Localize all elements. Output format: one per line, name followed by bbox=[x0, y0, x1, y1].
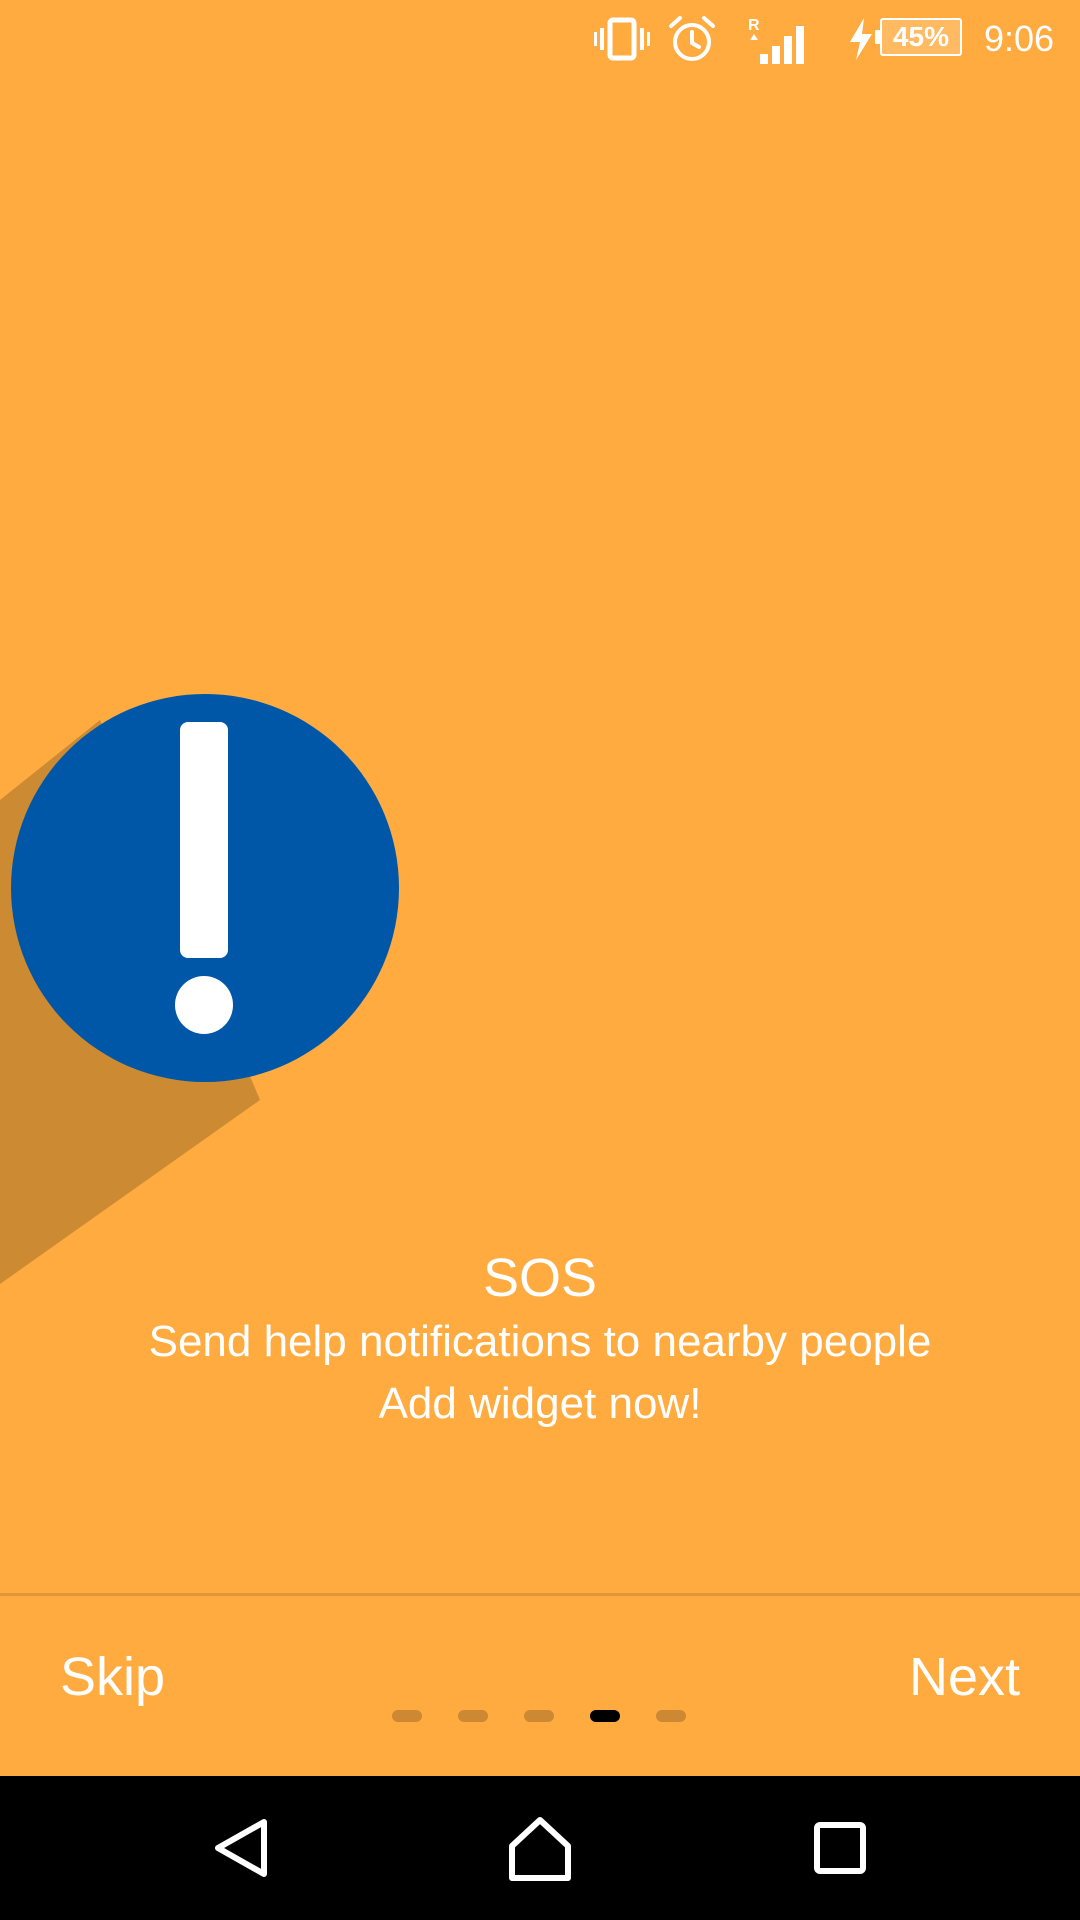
page-dot-2 bbox=[458, 1710, 488, 1722]
slide-text: SOS Send help notifications to nearby pe… bbox=[0, 1245, 1080, 1435]
add-widget-call-to-action: Add widget now! bbox=[378, 1379, 702, 1428]
battery-icon: 45% bbox=[875, 18, 962, 56]
recents-icon[interactable] bbox=[792, 1800, 888, 1896]
roaming-signal-icon: R bbox=[748, 17, 804, 64]
slide-description: Send help notifications to nearby people bbox=[148, 1317, 932, 1366]
page-dot-1 bbox=[392, 1710, 422, 1722]
alert-exclamation-icon bbox=[0, 694, 399, 1284]
battery-percent: 45% bbox=[892, 21, 950, 52]
skip-button[interactable]: Skip bbox=[60, 1646, 165, 1708]
onboarding-screen: R 45% 9:06 SOS Send help notifications t… bbox=[0, 0, 1080, 1920]
alarm-icon bbox=[669, 16, 715, 61]
page-indicator bbox=[390, 1710, 690, 1724]
vibrate-icon bbox=[594, 17, 650, 61]
onboarding-controls: Skip Next bbox=[0, 1596, 1080, 1776]
back-icon[interactable] bbox=[194, 1800, 290, 1896]
home-icon[interactable] bbox=[492, 1800, 588, 1896]
navigation-bar bbox=[0, 1776, 1080, 1920]
status-bar: R 45% 9:06 bbox=[0, 0, 1080, 76]
clock: 9:06 bbox=[984, 18, 1055, 59]
charging-icon bbox=[850, 18, 872, 60]
page-dot-4-active bbox=[590, 1710, 620, 1722]
page-dot-5 bbox=[656, 1710, 686, 1722]
exclamation-dot bbox=[175, 976, 233, 1034]
page-dot-3 bbox=[524, 1710, 554, 1722]
svg-text:R: R bbox=[748, 17, 760, 34]
slide-title: SOS bbox=[482, 1248, 598, 1308]
exclamation-bar bbox=[180, 722, 228, 958]
next-button[interactable]: Next bbox=[909, 1646, 1020, 1708]
